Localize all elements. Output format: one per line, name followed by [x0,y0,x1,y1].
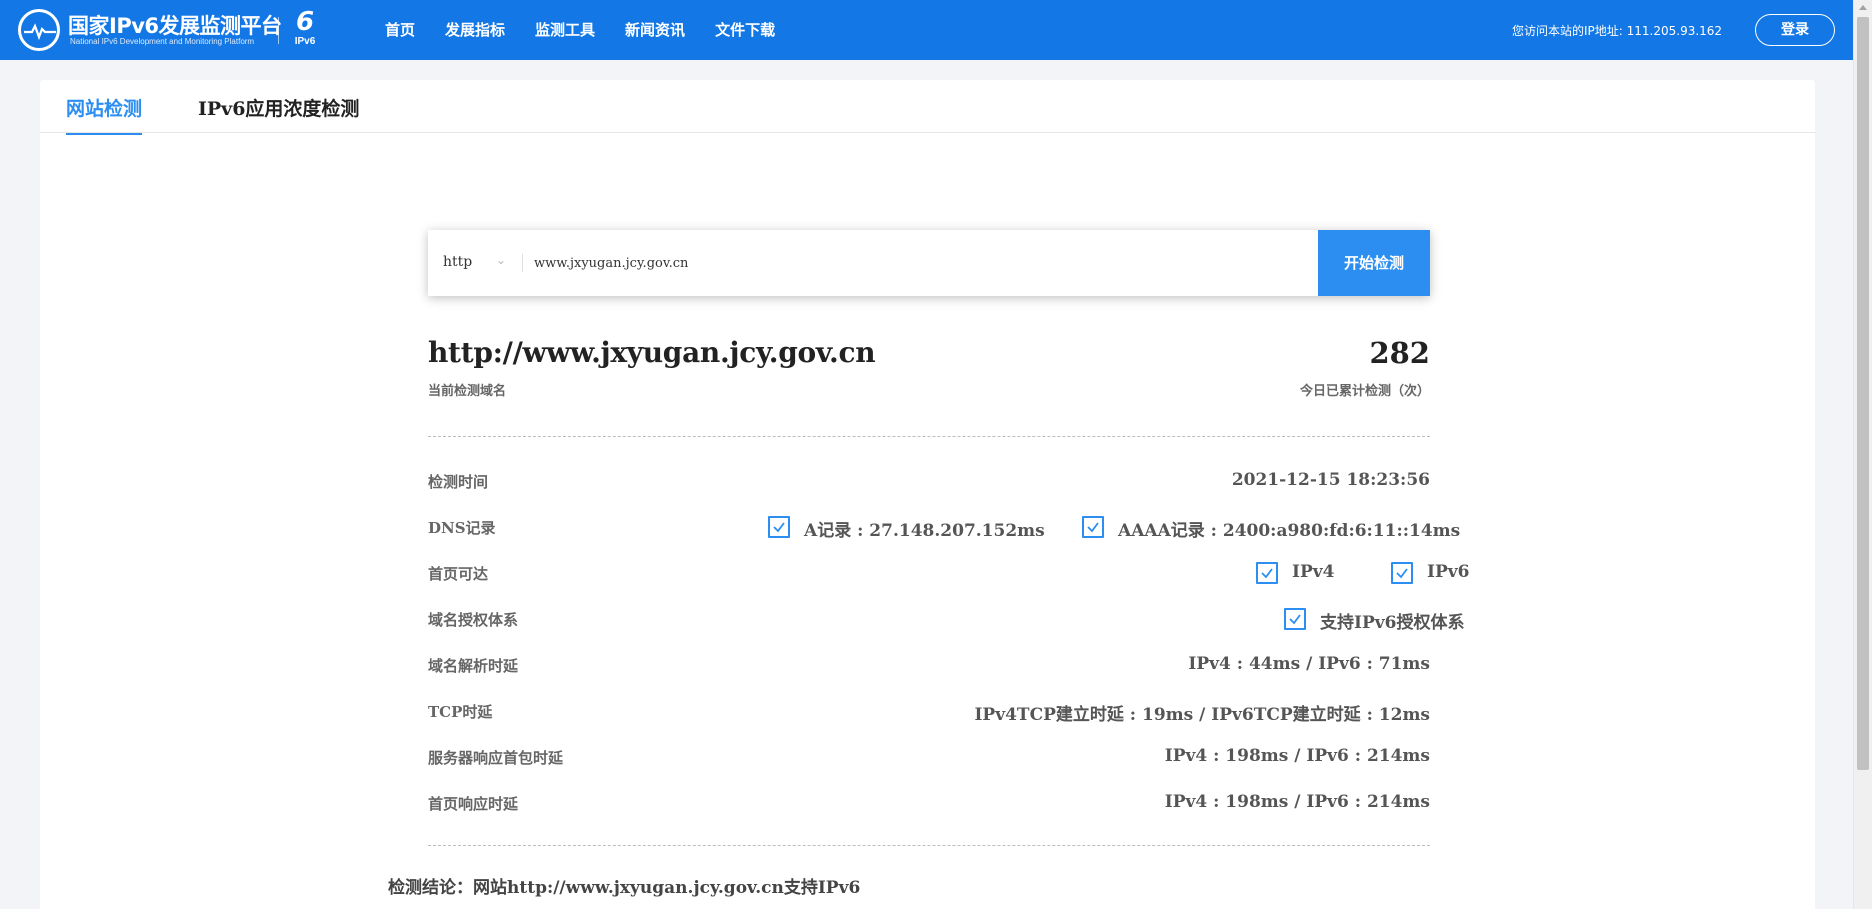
checked-domain-caption: 当前检测域名 [428,384,507,399]
scroll-up-icon[interactable] [1859,5,1867,10]
row-value: IPv4TCP建立时延 : 19ms / IPv6TCP建立时延 : 12ms [974,705,1430,725]
row-homepage-latency: 首页响应时延 IPv4 : 198ms / IPv6 : 214ms [428,788,1430,818]
row-tcp-latency: TCP时延 IPv4TCP建立时延 : 19ms / IPv6TCP建立时延 :… [428,696,1430,726]
row-homepage-reach: 首页可达 IPv4 IPv6 [428,558,1469,588]
ipv6-badge-label: IPv6 [294,36,316,47]
check-icon [768,516,790,538]
check-icon [1256,562,1278,584]
divider-top [428,436,1430,437]
nav-item-downloads[interactable]: 文件下载 [715,0,775,60]
row-value: IPv4 : 198ms / IPv6 : 214ms [1164,746,1430,766]
select-divider [522,254,523,272]
row-label: 首页响应时延 [428,795,519,813]
row-value: IPv4 : 44ms / IPv6 : 71ms [1188,654,1430,674]
row-value: IPv4 : 198ms / IPv6 : 214ms [1164,792,1430,812]
check-conclusion: 检测结论：网站http://www.jxyugan.jcy.gov.cn支持IP… [388,878,861,898]
auth-value: 支持IPv6授权体系 [1320,613,1465,633]
ipv6-reach-label: IPv6 [1427,562,1470,582]
ipv6-six-icon: 6 [295,7,315,37]
checked-domain: http://www.jxyugan.jcy.gov.cn [428,336,876,369]
main-card: 网站检测 IPv6应用浓度检测 http ⌄ 开始检测 http://www.j… [40,80,1815,909]
aaaa-record-value: AAAA记录 : 2400:a980:fd:6:11::14ms [1118,521,1461,541]
tab-bar: 网站检测 IPv6应用浓度检测 [40,80,1815,135]
ipv4-reach-label: IPv4 [1292,562,1335,582]
protocol-value: http [443,254,473,270]
nav-item-indicators[interactable]: 发展指标 [445,0,505,60]
ipv6-badge: 6 IPv6 [290,8,320,52]
page-scrollbar[interactable] [1853,0,1872,909]
check-icon [1082,516,1104,538]
row-server-first-packet: 服务器响应首包时延 IPv4 : 198ms / IPv6 : 214ms [428,742,1430,772]
top-header: 国家IPv6发展监测平台 National IPv6 Development a… [0,0,1853,60]
logo-divider [278,17,279,44]
platform-logo-icon[interactable] [18,9,60,51]
url-input[interactable] [534,248,1284,278]
divider-bottom [428,845,1430,846]
row-label: 域名授权体系 [428,611,519,629]
start-check-button[interactable]: 开始检测 [1318,230,1430,296]
row-label: 服务器响应首包时延 [428,749,564,767]
main-nav: 首页 发展指标 监测工具 新闻资讯 文件下载 [385,0,805,60]
visitor-ip-info: 您访问本站的IP地址: 111.205.93.162 [1512,24,1723,38]
row-label: 检测时间 [428,473,489,491]
chevron-down-icon: ⌄ [496,253,507,267]
platform-subtitle: National IPv6 Development and Monitoring… [70,37,255,46]
row-label: 域名解析时延 [428,657,519,675]
row-value: 2021-12-15 18:23:56 [1231,470,1430,490]
nav-item-news[interactable]: 新闻资讯 [625,0,685,60]
login-button[interactable]: 登录 [1755,14,1835,46]
row-label: TCP时延 [428,703,493,721]
scrollbar-thumb[interactable] [1857,17,1869,770]
today-check-count-caption: 今日已累计检测（次） [1299,384,1430,399]
row-label: DNS记录 [428,519,496,537]
search-box: http ⌄ 开始检测 [428,230,1430,296]
a-record-value: A记录 : 27.148.207.152ms [804,521,1045,541]
row-check-time: 检测时间 2021-12-15 18:23:56 [428,466,1430,496]
row-dns-record: DNS记录 A记录 : 27.148.207.152ms AAAA记录 : 24… [428,512,1460,542]
check-icon [1284,608,1306,630]
platform-title: 国家IPv6发展监测平台 [68,14,282,38]
tab-website-check[interactable]: 网站检测 [66,94,143,135]
row-label: 首页可达 [428,565,489,583]
nav-item-home[interactable]: 首页 [385,0,415,60]
row-dns-latency: 域名解析时延 IPv4 : 44ms / IPv6 : 71ms [428,650,1430,680]
row-domain-auth: 域名授权体系 支持IPv6授权体系 [428,604,1464,634]
check-icon [1391,562,1413,584]
protocol-select[interactable]: http ⌄ [428,230,522,296]
nav-item-tools[interactable]: 监测工具 [535,0,595,60]
today-check-count: 282 [1369,336,1430,370]
tab-ipv6-concentration[interactable]: IPv6应用浓度检测 [198,94,359,133]
